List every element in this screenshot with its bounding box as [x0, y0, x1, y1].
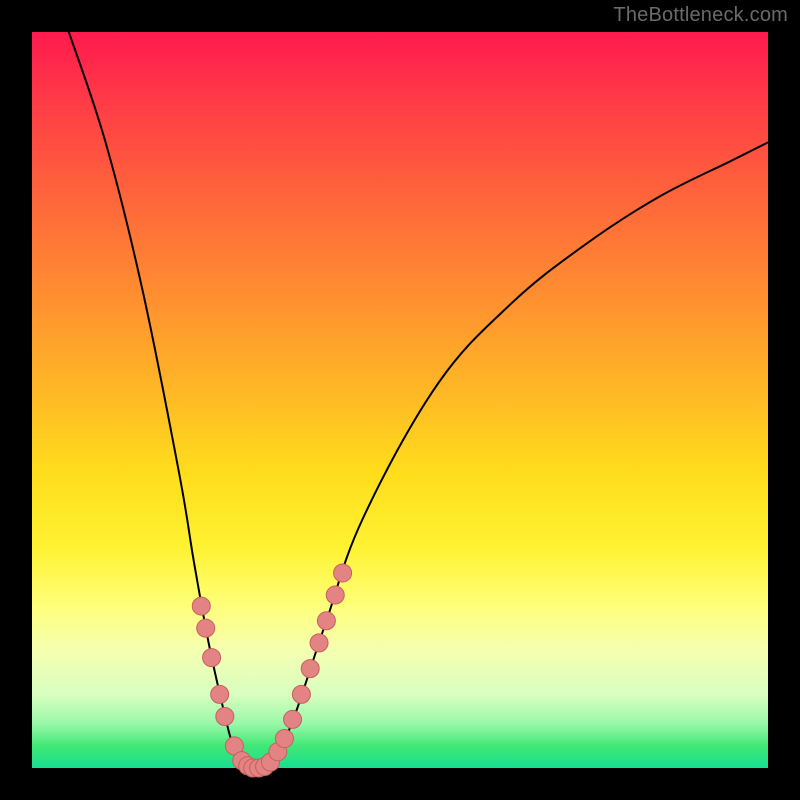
highlight-dot — [284, 710, 302, 728]
watermark-text: TheBottleneck.com — [613, 4, 788, 27]
highlight-dot — [216, 707, 234, 725]
plot-area — [32, 32, 768, 768]
highlight-dot — [334, 564, 352, 582]
highlight-dot — [211, 685, 229, 703]
chart-stage: TheBottleneck.com — [0, 0, 800, 800]
highlight-dot — [275, 730, 293, 748]
highlight-dot — [317, 612, 335, 630]
highlight-dot — [192, 597, 210, 615]
bottleneck-curve-line — [69, 32, 768, 769]
highlight-dot — [292, 685, 310, 703]
bottleneck-chart — [32, 32, 768, 768]
highlight-dot — [310, 634, 328, 652]
highlight-dot — [203, 649, 221, 667]
highlight-dot — [301, 660, 319, 678]
highlight-dots-group — [192, 564, 351, 777]
highlight-dot — [326, 586, 344, 604]
highlight-dot — [197, 619, 215, 637]
